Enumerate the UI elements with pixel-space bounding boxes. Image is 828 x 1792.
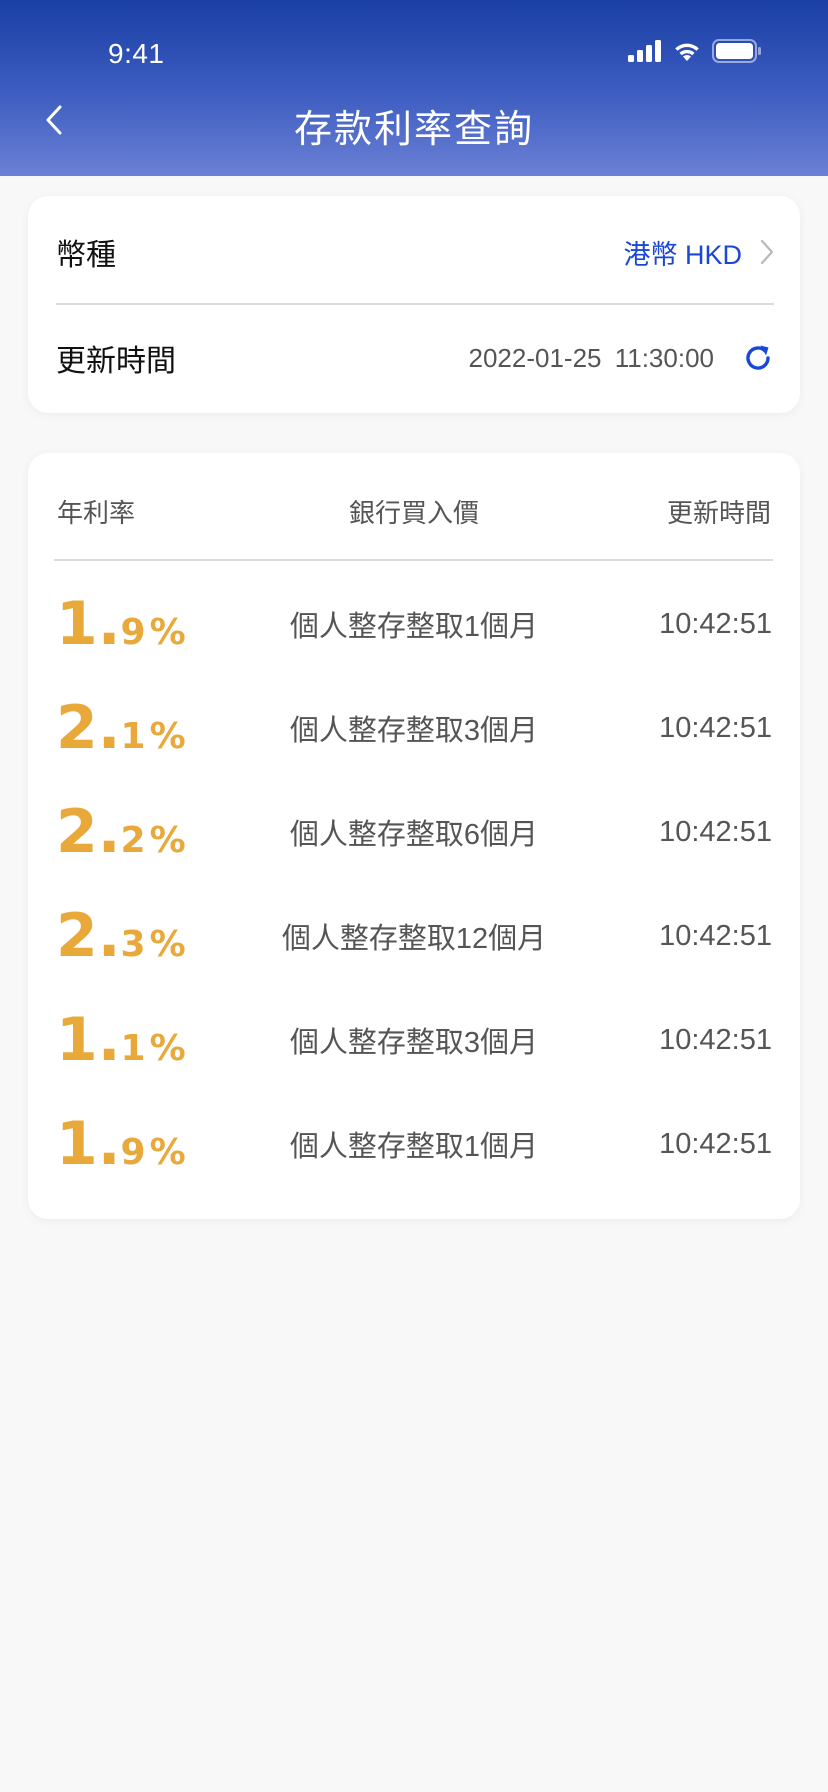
table-row[interactable]: 1.9% 10:42:51 個人整存整取1個月 bbox=[56, 584, 772, 664]
rates-card: 年利率 銀行買入價 更新時間 1.9% 10:42:51 個人整存整取1個月 2… bbox=[28, 453, 800, 1219]
signal-icon bbox=[628, 40, 661, 62]
refresh-icon[interactable] bbox=[742, 342, 774, 374]
rate-value: 2.3% bbox=[56, 901, 186, 971]
row-time: 10:42:51 bbox=[659, 815, 772, 848]
currency-label: 幣種 bbox=[56, 239, 116, 272]
currency-selector[interactable]: 港幣 HKD bbox=[623, 233, 774, 272]
update-time-value: 2022-01-25 11:30:00 bbox=[468, 342, 715, 373]
header-update-time: 更新時間 bbox=[666, 498, 771, 528]
update-time-label: 更新時間 bbox=[56, 345, 176, 378]
row-time: 10:42:51 bbox=[659, 711, 772, 744]
row-time: 10:42:51 bbox=[659, 607, 772, 640]
wifi-icon bbox=[675, 43, 699, 61]
filter-card: 幣種 港幣 HKD 更新時間 2022-01-25 11:30:00 bbox=[28, 196, 800, 413]
status-time: 9:41 bbox=[108, 38, 165, 69]
table-row[interactable]: 2.2% 10:42:51 個人整存整取6個月 bbox=[56, 792, 772, 872]
page-title: 存款利率查詢 bbox=[293, 109, 534, 151]
row-time: 10:42:51 bbox=[659, 1127, 772, 1160]
row-time: 10:42:51 bbox=[659, 1023, 772, 1056]
currency-value: 港幣 HKD bbox=[623, 239, 742, 270]
update-time-row: 更新時間 2022-01-25 11:30:00 bbox=[56, 330, 774, 386]
rate-value: 1.9% bbox=[56, 589, 186, 659]
table-divider bbox=[54, 559, 773, 561]
battery-icon bbox=[712, 39, 761, 63]
table-row[interactable]: 1.1% 10:42:51 個人整存整取3個月 bbox=[56, 1000, 772, 1080]
rate-value: 1.9% bbox=[56, 1109, 186, 1179]
table-row[interactable]: 2.3% 10:42:51 個人整存整取12個月 bbox=[56, 896, 772, 976]
rate-value: 2.2% bbox=[56, 797, 186, 867]
divider bbox=[56, 303, 774, 305]
row-time: 10:42:51 bbox=[659, 919, 772, 952]
table-row[interactable]: 1.9% 10:42:51 個人整存整取1個月 bbox=[56, 1104, 772, 1184]
table-row[interactable]: 2.1% 10:42:51 個人整存整取3個月 bbox=[56, 688, 772, 768]
status-icons bbox=[628, 38, 762, 64]
rate-value: 1.1% bbox=[56, 1005, 186, 1075]
app-header: 9:41 存款利率查詢 bbox=[0, 0, 828, 176]
currency-row[interactable]: 幣種 港幣 HKD bbox=[56, 224, 774, 280]
chevron-right-icon bbox=[760, 239, 774, 265]
rate-value: 2.1% bbox=[56, 693, 186, 763]
